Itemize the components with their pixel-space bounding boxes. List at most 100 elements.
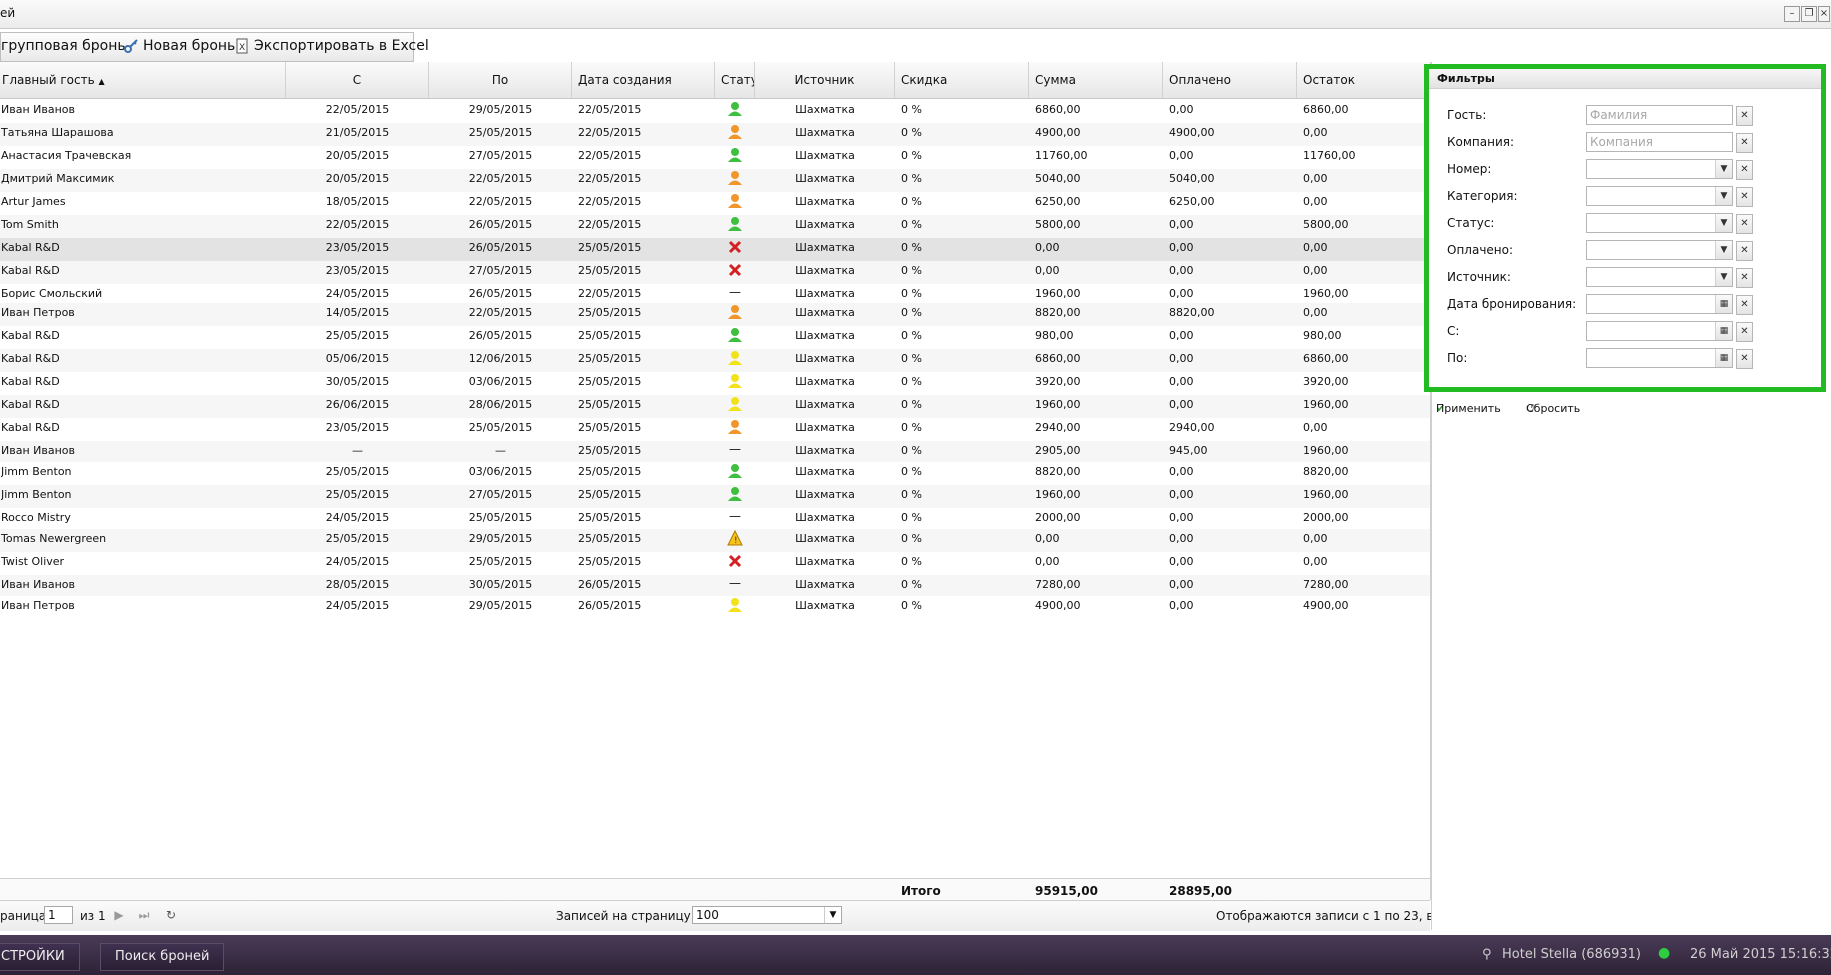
clear-icon[interactable]: ✕ (1736, 295, 1753, 315)
table-row[interactable]: Artur James 18/05/2015 22/05/2015 22/05/201… (0, 192, 1430, 215)
cell-source: Шахматка (795, 398, 855, 411)
group-booking-button[interactable]: групповая бронь (1, 38, 126, 54)
filter-input-select[interactable]: ▼ (1586, 267, 1733, 287)
filter-input-select[interactable]: ▼ (1586, 186, 1733, 206)
grid-header: Главный гость ▲ С По Дата создания Стату… (0, 62, 1430, 99)
column-header-sum[interactable]: Сумма (1029, 62, 1163, 98)
filter-input-text[interactable]: Компания (1586, 132, 1733, 152)
filter-input-date[interactable]: ▦ (1586, 321, 1733, 341)
column-label: Сумма (1035, 73, 1076, 87)
close-button[interactable]: × (1818, 6, 1830, 22)
datetime: 26 Май 2015 15:16:32 (1690, 947, 1831, 962)
summary-label: Итого (901, 884, 941, 898)
calendar-icon[interactable]: ▦ (1715, 295, 1732, 313)
column-header-rest[interactable]: Остаток (1297, 62, 1430, 98)
table-row[interactable]: Иван Иванов 28/05/2015 30/05/2015 26/05/201… (0, 575, 1430, 596)
filter-input-select[interactable]: ▼ (1586, 159, 1733, 179)
filter-input-select[interactable]: ▼ (1586, 240, 1733, 260)
table-row[interactable]: Иван Петров 24/05/2015 29/05/2015 26/05/201… (0, 596, 1430, 618)
column-header-guest[interactable]: Главный гость ▲ (0, 62, 286, 98)
cell-source: Шахматка (795, 149, 855, 162)
per-page-label: Записей на страницу: (556, 909, 695, 923)
table-row[interactable]: Борис Смольский 24/05/2015 26/05/2015 22/05… (0, 284, 1430, 303)
column-header-from[interactable]: С (286, 62, 429, 98)
table-row[interactable]: Tom Smith 22/05/2015 26/05/2015 22/05/2015 Ш… (0, 215, 1430, 238)
cell-sum: 5040,00 (1035, 172, 1081, 185)
table-row[interactable]: Иван Иванов 22/05/2015 29/05/2015 22/05/201… (0, 100, 1430, 123)
table-row[interactable]: Kabal R&D 23/05/2015 25/05/2015 25/05/2015 Ш… (0, 418, 1430, 441)
chevron-down-icon[interactable]: ▼ (1715, 160, 1732, 178)
minimize-button[interactable]: – (1784, 6, 1800, 22)
new-booking-button[interactable]: Новая бронь (123, 38, 235, 54)
taskbar-settings-button[interactable]: СТРОЙКИ (0, 943, 80, 971)
cell-source: Шахматка (795, 555, 855, 568)
cell-sum: 1960,00 (1035, 488, 1081, 501)
column-header-source[interactable]: Источник (755, 62, 895, 98)
clear-icon[interactable]: ✕ (1736, 187, 1753, 207)
filter-input-date[interactable]: ▦ (1586, 294, 1733, 314)
table-row[interactable]: Kabal R&D 23/05/2015 26/05/2015 25/05/2015 Ш… (0, 238, 1430, 261)
cell-paid: 0,00 (1169, 375, 1194, 388)
table-row[interactable]: Kabal R&D 26/06/2015 28/06/2015 25/05/2015 Ш… (0, 395, 1430, 418)
cell-rest: 0,00 (1303, 555, 1328, 568)
cell-paid: 0,00 (1169, 149, 1194, 162)
table-row[interactable]: Jimm Benton 25/05/2015 03/06/2015 25/05/201… (0, 462, 1430, 485)
table-row[interactable]: Rocco Mistry 24/05/2015 25/05/2015 25/05/20… (0, 508, 1430, 529)
column-header-created[interactable]: Дата создания (572, 62, 715, 98)
page-number-input[interactable]: 1 (44, 906, 73, 924)
export-excel-button[interactable]: X Экспортировать в Excel (234, 38, 429, 54)
table-row[interactable]: Twist Oliver 24/05/2015 25/05/2015 25/05/20… (0, 552, 1430, 575)
cell-discount: 0 % (901, 306, 922, 319)
clear-icon[interactable]: ✕ (1736, 349, 1753, 369)
cell-from: 24/05/2015 (325, 287, 390, 300)
table-row[interactable]: Kabal R&D 05/06/2015 12/06/2015 25/05/2015 Ш… (0, 349, 1430, 372)
per-page-select[interactable]: 100 ▼ (692, 906, 842, 924)
clear-icon[interactable]: ✕ (1736, 322, 1753, 342)
window-titlebar: ей – ❐ × (0, 0, 1831, 29)
table-row[interactable]: Дмитрий Максимик 20/05/2015 22/05/2015 22/0… (0, 169, 1430, 192)
last-page-icon[interactable]: ⏭ (137, 908, 151, 922)
window-title: ей (0, 6, 16, 20)
column-header-status[interactable]: Статус (715, 62, 755, 98)
calendar-icon[interactable]: ▦ (1715, 349, 1732, 367)
chevron-down-icon[interactable]: ▼ (824, 907, 841, 923)
table-row[interactable]: Татьяна Шарашова 21/05/2015 25/05/2015 22/0… (0, 123, 1430, 146)
column-header-to[interactable]: По (429, 62, 572, 98)
taskbar-search-bookings-button[interactable]: Поиск броней (100, 943, 225, 971)
clear-icon[interactable]: ✕ (1736, 214, 1753, 234)
chevron-down-icon[interactable]: ▼ (1715, 268, 1732, 286)
cell-discount: 0 % (901, 465, 922, 478)
table-row[interactable]: Kabal R&D 30/05/2015 03/06/2015 25/05/2015 Ш… (0, 372, 1430, 395)
column-header-paid[interactable]: Оплачено (1163, 62, 1297, 98)
clear-icon[interactable]: ✕ (1736, 133, 1753, 153)
cell-discount: 0 % (901, 488, 922, 501)
refresh-icon[interactable]: ↻ (164, 908, 178, 922)
table-row[interactable]: Иван Иванов — — 25/05/2015 Шахматка 0 % 2905,0… (0, 441, 1430, 462)
filter-input-select[interactable]: ▼ (1586, 213, 1733, 233)
chevron-down-icon[interactable]: ▼ (1715, 187, 1732, 205)
cell-source: Шахматка (795, 444, 855, 457)
table-row[interactable]: Иван Петров 14/05/2015 22/05/2015 25/05/201… (0, 303, 1430, 326)
cell-paid: 0,00 (1169, 532, 1194, 545)
table-row[interactable]: Kabal R&D 23/05/2015 27/05/2015 25/05/2015 Ш… (0, 261, 1430, 284)
cell-sum: 6860,00 (1035, 103, 1081, 116)
table-row[interactable]: Анастасия Трачевская 20/05/2015 27/05/2015… (0, 146, 1430, 169)
next-page-icon[interactable]: ▶ (112, 908, 126, 922)
table-row[interactable]: Kabal R&D 25/05/2015 26/05/2015 25/05/2015 Ш… (0, 326, 1430, 349)
filter-input-text[interactable]: Фамилия (1586, 105, 1733, 125)
clear-icon[interactable]: ✕ (1736, 268, 1753, 288)
clear-icon[interactable]: ✕ (1736, 160, 1753, 180)
table-row[interactable]: Jimm Benton 25/05/2015 27/05/2015 25/05/201… (0, 485, 1430, 508)
chevron-down-icon[interactable]: ▼ (1715, 214, 1732, 232)
restore-button[interactable]: ❐ (1801, 6, 1817, 22)
filter-input-date[interactable]: ▦ (1586, 348, 1733, 368)
cell-sum: 1960,00 (1035, 398, 1081, 411)
clear-icon[interactable]: ✕ (1736, 241, 1753, 261)
table-row[interactable]: Tomas Newergreen 25/05/2015 29/05/2015 25/0… (0, 529, 1430, 552)
calendar-icon[interactable]: ▦ (1715, 322, 1732, 340)
chevron-down-icon[interactable]: ▼ (1715, 241, 1732, 259)
filter-placeholder: Компания (1590, 135, 1653, 149)
clear-icon[interactable]: ✕ (1736, 106, 1753, 126)
column-header-discount[interactable]: Скидка (895, 62, 1029, 98)
filter-label: С: (1447, 324, 1460, 338)
